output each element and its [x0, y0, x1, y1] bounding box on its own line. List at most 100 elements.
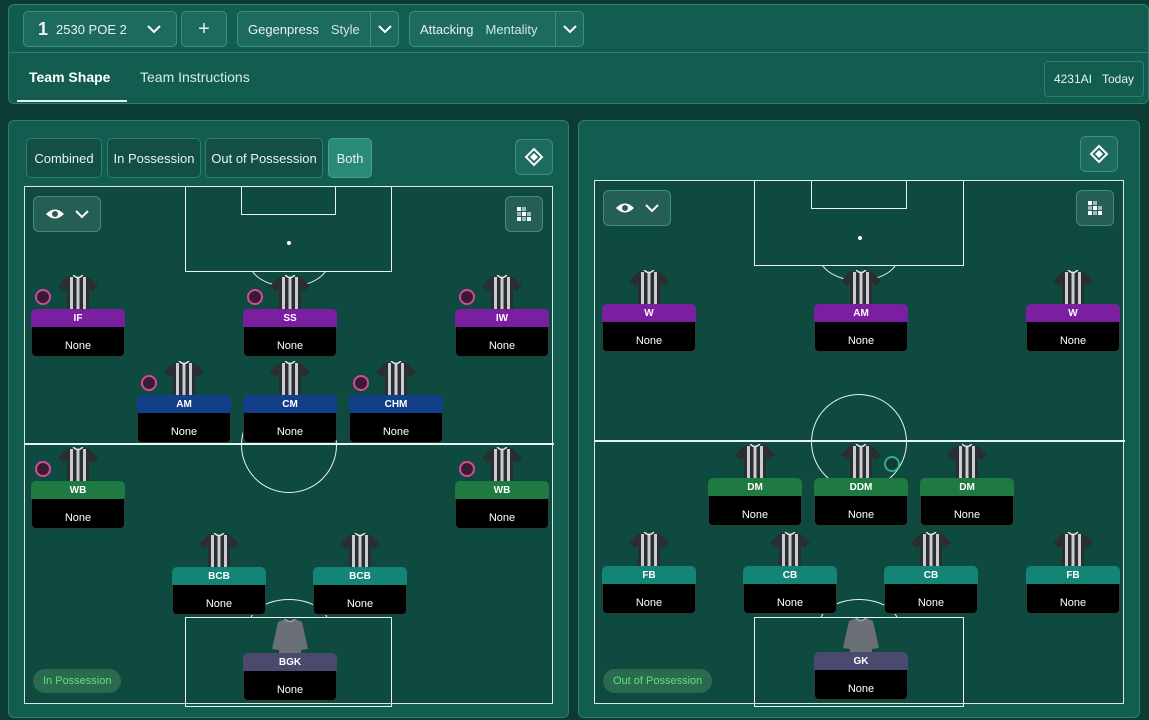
tab-separator [9, 52, 1148, 53]
kit-icon [482, 275, 522, 309]
player-card[interactable]: BGK None [243, 619, 337, 703]
player-card[interactable]: CB None [884, 532, 978, 618]
duty-label: None [602, 584, 696, 614]
role-label: SS [243, 309, 337, 327]
player-card[interactable]: DM None [708, 444, 802, 530]
player-card[interactable]: FB None [1026, 532, 1120, 618]
kit-icon [911, 532, 951, 566]
kit-icon [629, 270, 669, 304]
duty-label: None [1026, 322, 1120, 352]
filter-out-of-possession[interactable]: Out of Possession [205, 138, 323, 178]
grid-icon[interactable] [1076, 190, 1114, 226]
player-card[interactable]: AM None [137, 361, 231, 447]
player-card[interactable]: W None [602, 270, 696, 356]
tab-team-instructions[interactable]: Team Instructions [140, 69, 250, 85]
duty-label: None [243, 671, 337, 701]
player-card[interactable]: WB None [455, 447, 549, 533]
kit-icon [270, 619, 310, 653]
player-card[interactable]: CHM None [349, 361, 443, 447]
style-value: Gegenpress [248, 21, 319, 37]
instruction-badge-icon [459, 289, 475, 305]
six-yard-box-top [811, 180, 907, 209]
chevron-down-icon [645, 204, 659, 213]
player-card[interactable]: GK None [814, 618, 908, 702]
instruction-badge-icon [35, 461, 51, 477]
duty-label: None [349, 413, 443, 443]
chevron-down-icon [555, 12, 583, 46]
player-card[interactable]: BCB None [313, 533, 407, 619]
player-card[interactable]: DDM None [814, 444, 908, 530]
penalty-spot-top [287, 241, 291, 245]
diamond-icon[interactable] [515, 139, 553, 175]
role-label: WB [31, 481, 125, 499]
role-label: BCB [172, 567, 266, 585]
instruction-badge-icon [353, 375, 369, 391]
duty-label: None [31, 499, 125, 529]
kit-icon [58, 275, 98, 309]
tactic-slot-number: 1 [38, 18, 49, 39]
player-card[interactable]: AM None [814, 270, 908, 356]
duty-label: None [743, 584, 837, 614]
role-label: CB [884, 566, 978, 584]
role-label: W [1026, 304, 1120, 322]
role-label: DDM [814, 478, 908, 496]
penalty-spot-top [858, 236, 862, 240]
duty-label: None [31, 327, 125, 357]
kit-icon [841, 270, 881, 304]
filter-in-possession[interactable]: In Possession [107, 138, 201, 178]
role-label: AM [137, 395, 231, 413]
kit-icon [340, 533, 380, 567]
duty-label: None [313, 585, 407, 615]
diamond-icon[interactable] [1080, 136, 1118, 172]
instruction-badge-icon [247, 289, 263, 305]
view-toggle[interactable] [603, 190, 671, 226]
role-label: CM [243, 395, 337, 413]
kit-icon [164, 361, 204, 395]
role-label: BGK [243, 653, 337, 671]
duty-label: None [814, 496, 908, 526]
player-card[interactable]: IW None [455, 275, 549, 361]
duty-label: None [814, 670, 908, 700]
player-card[interactable]: WB None [31, 447, 125, 533]
kit-icon [58, 447, 98, 481]
kit-icon [199, 533, 239, 567]
kit-icon [270, 361, 310, 395]
six-yard-box-top [241, 186, 336, 215]
mentality-value: Attacking [420, 21, 474, 37]
duty-label: None [708, 496, 802, 526]
tactics-header: 1 2530 POE 2 + Gegenpress Style Attackin… [8, 4, 1149, 104]
tab-team-shape[interactable]: Team Shape [29, 69, 110, 85]
role-label: FB [1026, 566, 1120, 584]
role-label: FB [602, 566, 696, 584]
mentality-dropdown[interactable]: Attacking Mentality [409, 11, 584, 47]
player-card[interactable]: DM None [920, 444, 1014, 530]
player-card[interactable]: CM None [243, 361, 337, 447]
duty-label: None [243, 327, 337, 357]
grid-icon[interactable] [505, 196, 543, 232]
player-card[interactable]: BCB None [172, 533, 266, 619]
add-tactic-button[interactable]: + [181, 11, 227, 47]
duty-label: None [172, 585, 266, 615]
role-label: CHM [349, 395, 443, 413]
player-card[interactable]: CB None [743, 532, 837, 618]
player-card[interactable]: FB None [602, 532, 696, 618]
saved-tactic-box[interactable]: 4231AI Today [1044, 61, 1144, 97]
chevron-down-icon [140, 12, 168, 46]
phase-pill-in-possession: In Possession [33, 669, 122, 693]
filter-combined[interactable]: Combined [26, 138, 102, 178]
kit-icon [629, 532, 669, 566]
kit-icon [841, 444, 881, 478]
player-card[interactable]: IF None [31, 275, 125, 361]
filter-both[interactable]: Both [328, 138, 372, 178]
tactic-selector[interactable]: 1 2530 POE 2 [23, 11, 177, 47]
kit-icon [770, 532, 810, 566]
player-card[interactable]: SS None [243, 275, 337, 361]
instruction-badge-icon [35, 289, 51, 305]
kit-icon [841, 618, 881, 652]
instruction-badge-icon [459, 461, 475, 477]
eye-icon [615, 202, 635, 214]
player-card[interactable]: W None [1026, 270, 1120, 356]
instruction-badge-icon [141, 375, 157, 391]
view-toggle[interactable] [33, 196, 101, 232]
style-dropdown[interactable]: Gegenpress Style [237, 11, 399, 47]
